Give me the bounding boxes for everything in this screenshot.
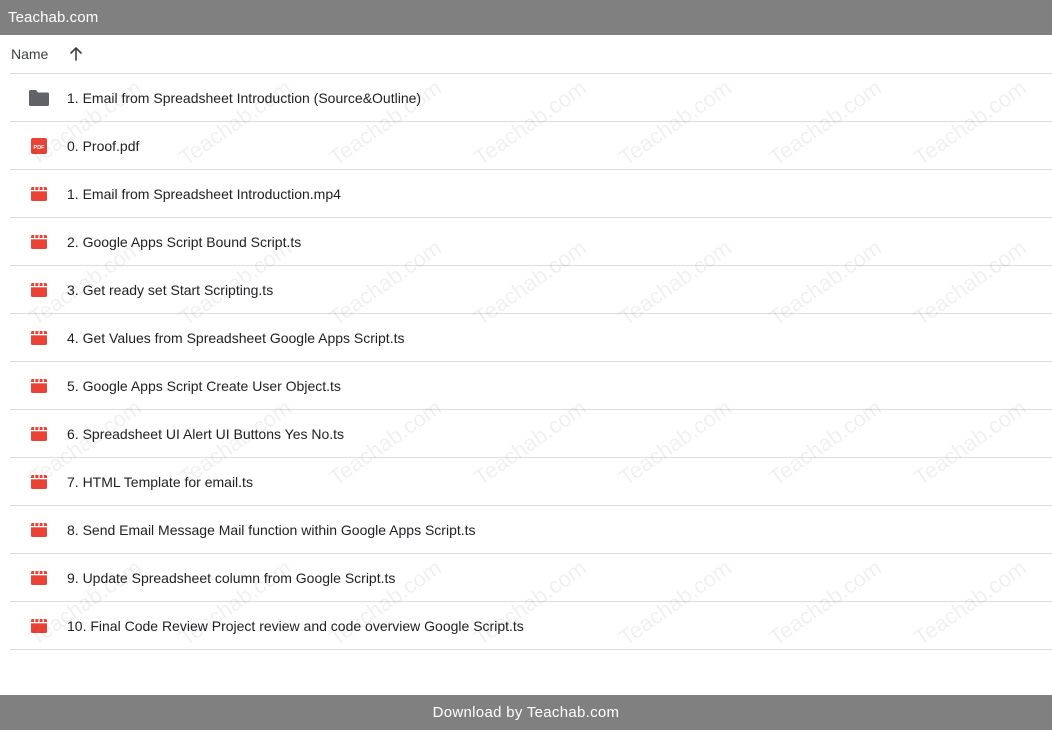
video-icon [28,617,50,635]
file-name: 4. Get Values from Spreadsheet Google Ap… [67,329,405,346]
list-item[interactable]: 2. Google Apps Script Bound Script.ts [10,218,1052,266]
folder-icon [28,89,50,107]
top-bar: Teachab.com [0,0,1052,35]
name-column-header[interactable]: Name [11,46,48,62]
file-name: 0. Proof.pdf [67,137,140,154]
list-item[interactable]: 3. Get ready set Start Scripting.ts [10,266,1052,314]
file-name: 1. Email from Spreadsheet Introduction (… [67,89,422,106]
page: Teachab.com Name 1. Email from Spreadshe… [0,0,1052,730]
video-icon [28,521,50,539]
video-icon [28,281,50,299]
file-name: 10. Final Code Review Project review and… [67,617,524,634]
site-title: Teachab.com [8,9,99,26]
video-icon [28,233,50,251]
footer-text: Download by Teachab.com [432,704,620,721]
arrow-up-icon[interactable] [68,46,84,62]
list-item[interactable]: 6. Spreadsheet UI Alert UI Buttons Yes N… [10,410,1052,458]
file-name: 9. Update Spreadsheet column from Google… [67,569,396,586]
video-icon [28,569,50,587]
file-name: 2. Google Apps Script Bound Script.ts [67,233,302,250]
video-icon [28,473,50,491]
file-name: 6. Spreadsheet UI Alert UI Buttons Yes N… [67,425,345,442]
footer-bar: Download by Teachab.com [0,695,1052,730]
video-icon [28,185,50,203]
list-item[interactable]: 9. Update Spreadsheet column from Google… [10,554,1052,602]
file-name: 7. HTML Template for email.ts [67,473,253,490]
svg-text:PDF: PDF [33,144,45,150]
video-icon [28,329,50,347]
file-name: 5. Google Apps Script Create User Object… [67,377,341,394]
pdf-icon: PDF [28,137,50,155]
file-rows: 1. Email from Spreadsheet Introduction (… [10,74,1052,650]
file-name: 3. Get ready set Start Scripting.ts [67,281,274,298]
list-item[interactable]: 10. Final Code Review Project review and… [10,602,1052,650]
list-item[interactable]: PDF 0. Proof.pdf [10,122,1052,170]
list-item[interactable]: 4. Get Values from Spreadsheet Google Ap… [10,314,1052,362]
list-item[interactable]: 1. Email from Spreadsheet Introduction.m… [10,170,1052,218]
list-item[interactable]: 8. Send Email Message Mail function with… [10,506,1052,554]
list-item[interactable]: 5. Google Apps Script Create User Object… [10,362,1052,410]
list-header: Name [10,35,1052,74]
file-list: Name 1. Email from Spreadsheet Introduct… [10,35,1052,650]
video-icon [28,377,50,395]
list-item[interactable]: 1. Email from Spreadsheet Introduction (… [10,74,1052,122]
file-name: 8. Send Email Message Mail function with… [67,521,476,538]
video-icon [28,425,50,443]
list-item[interactable]: 7. HTML Template for email.ts [10,458,1052,506]
file-name: 1. Email from Spreadsheet Introduction.m… [67,185,341,202]
